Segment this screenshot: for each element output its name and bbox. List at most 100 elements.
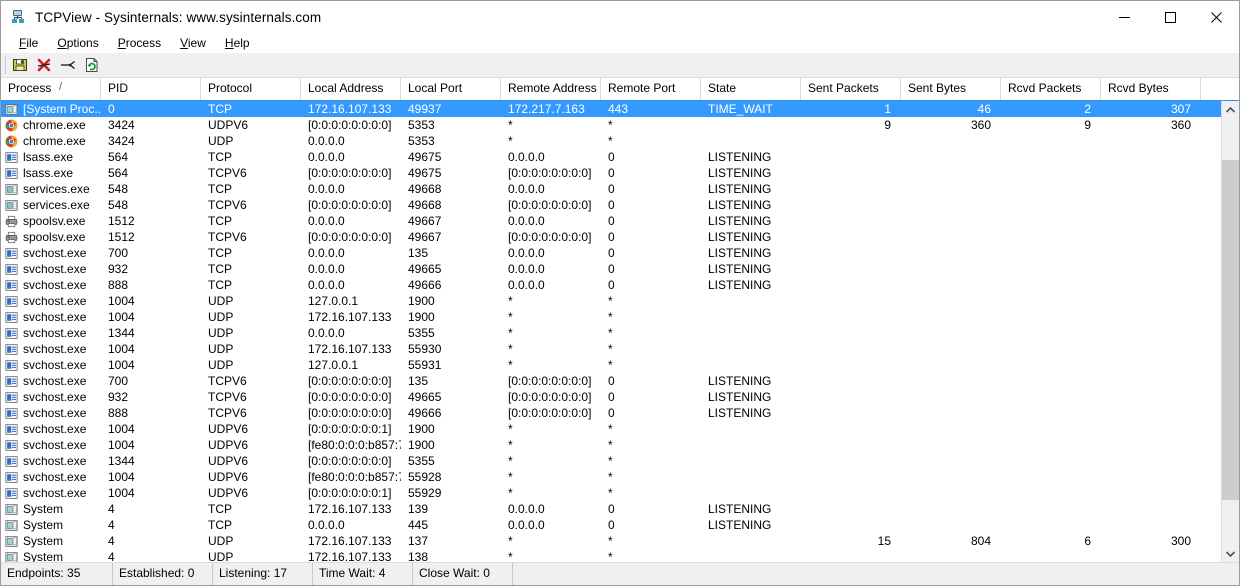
table-row[interactable]: svchost.exe700TCPV6[0:0:0:0:0:0:0:0]135[… xyxy=(1,373,1239,389)
menu-process[interactable]: Process xyxy=(109,35,170,51)
cell-pid: 1344 xyxy=(101,453,201,469)
cell-process: svchost.exe xyxy=(1,277,101,293)
table-row[interactable]: svchost.exe1004UDP127.0.0.11900** xyxy=(1,293,1239,309)
table-row[interactable]: services.exe548TCPV6[0:0:0:0:0:0:0:0]496… xyxy=(1,197,1239,213)
table-row[interactable]: svchost.exe932TCP0.0.0.0496650.0.0.00LIS… xyxy=(1,261,1239,277)
cell-protocol: UDPV6 xyxy=(201,453,301,469)
table-row[interactable]: svchost.exe1344UDPV6[0:0:0:0:0:0:0:0]535… xyxy=(1,453,1239,469)
table-row[interactable]: services.exe548TCP0.0.0.0496680.0.0.00LI… xyxy=(1,181,1239,197)
table-row[interactable]: svchost.exe1344UDP0.0.0.05355** xyxy=(1,325,1239,341)
cell-pid: 1004 xyxy=(101,293,201,309)
table-row[interactable]: svchost.exe888TCPV6[0:0:0:0:0:0:0:0]4966… xyxy=(1,405,1239,421)
service-blue-icon xyxy=(5,359,18,372)
table-row[interactable]: lsass.exe564TCPV6[0:0:0:0:0:0:0:0]49675[… xyxy=(1,165,1239,181)
minimize-button[interactable] xyxy=(1101,1,1147,33)
table-row[interactable]: spoolsv.exe1512TCP0.0.0.0496670.0.0.00LI… xyxy=(1,213,1239,229)
table-row[interactable]: svchost.exe1004UDP127.0.0.155931** xyxy=(1,357,1239,373)
cell-local_port: 49666 xyxy=(401,277,501,293)
close-button[interactable] xyxy=(1193,1,1239,33)
cell-remote_address: 0.0.0.0 xyxy=(501,261,601,277)
cell-remote_port: 0 xyxy=(601,517,701,533)
service-blue-icon xyxy=(5,423,18,436)
save-icon[interactable] xyxy=(9,55,31,75)
refresh-icon[interactable] xyxy=(81,55,103,75)
cell-local_address: 0.0.0.0 xyxy=(301,517,401,533)
table-row[interactable]: [System Proc...0TCP172.16.107.1334993717… xyxy=(1,101,1239,117)
menu-help[interactable]: Help xyxy=(216,35,259,51)
cell-state: TIME_WAIT xyxy=(701,101,801,117)
cell-protocol: UDP xyxy=(201,293,301,309)
menu-view[interactable]: View xyxy=(171,35,215,51)
table-row[interactable]: chrome.exe3424UDPV6[0:0:0:0:0:0:0:0]5353… xyxy=(1,117,1239,133)
cell-pid: 1004 xyxy=(101,309,201,325)
cell-protocol: TCP xyxy=(201,501,301,517)
cell-process: spoolsv.exe xyxy=(1,213,101,229)
services-icon xyxy=(5,183,18,196)
table-row[interactable]: svchost.exe1004UDP172.16.107.1331900** xyxy=(1,309,1239,325)
cell-pid: 932 xyxy=(101,389,201,405)
table-row[interactable]: chrome.exe3424UDP0.0.0.05353** xyxy=(1,133,1239,149)
column-header-label: Local Port xyxy=(408,81,462,95)
service-blue-icon xyxy=(5,439,18,452)
cell-local_address: 127.0.0.1 xyxy=(301,293,401,309)
column-header-remote_port[interactable]: Remote Port xyxy=(601,78,701,100)
table-row[interactable]: System4TCP172.16.107.1331390.0.0.00LISTE… xyxy=(1,501,1239,517)
column-header-remote_address[interactable]: Remote Address xyxy=(501,78,601,100)
cell-local_port: 137 xyxy=(401,533,501,549)
table-row[interactable]: svchost.exe932TCPV6[0:0:0:0:0:0:0:0]4966… xyxy=(1,389,1239,405)
cell-process: services.exe xyxy=(1,197,101,213)
table-row[interactable]: svchost.exe888TCP0.0.0.0496660.0.0.00LIS… xyxy=(1,277,1239,293)
menu-file[interactable]: File xyxy=(10,35,47,51)
cell-process: lsass.exe xyxy=(1,165,101,181)
table-row[interactable]: spoolsv.exe1512TCPV6[0:0:0:0:0:0:0:0]496… xyxy=(1,229,1239,245)
table-row[interactable]: svchost.exe1004UDP172.16.107.13355930** xyxy=(1,341,1239,357)
column-header-sent_bytes[interactable]: Sent Bytes xyxy=(901,78,1001,100)
scrollbar-track[interactable] xyxy=(1222,118,1239,545)
table-row[interactable]: System4UDP172.16.107.133138** xyxy=(1,549,1239,562)
column-header-local_address[interactable]: Local Address xyxy=(301,78,401,100)
cell-protocol: UDPV6 xyxy=(201,117,301,133)
cell-local_address: [fe80:0:0:0:b857:7... xyxy=(301,469,401,485)
cell-remote_address: 0.0.0.0 xyxy=(501,501,601,517)
cell-local_port: 49668 xyxy=(401,181,501,197)
cell-local_address: [fe80:0:0:0:b857:7... xyxy=(301,437,401,453)
table-row[interactable]: svchost.exe700TCP0.0.0.01350.0.0.00LISTE… xyxy=(1,245,1239,261)
column-header-state[interactable]: State xyxy=(701,78,801,100)
scroll-down-button[interactable] xyxy=(1222,545,1239,562)
vertical-scrollbar[interactable] xyxy=(1221,101,1239,562)
menu-options[interactable]: Options xyxy=(48,35,107,51)
table-row[interactable]: System4TCP0.0.0.04450.0.0.00LISTENING xyxy=(1,517,1239,533)
column-header-local_port[interactable]: Local Port xyxy=(401,78,501,100)
table-row[interactable]: svchost.exe1004UDPV6[fe80:0:0:0:b857:7..… xyxy=(1,437,1239,453)
maximize-button[interactable] xyxy=(1147,1,1193,33)
process-name: System xyxy=(23,501,63,517)
table-row[interactable]: svchost.exe1004UDPV6[0:0:0:0:0:0:0:1]559… xyxy=(1,485,1239,501)
service-blue-icon xyxy=(5,327,18,340)
cell-remote_port: 0 xyxy=(601,501,701,517)
column-header-process[interactable]: Process/ xyxy=(1,78,101,100)
column-header-pid[interactable]: PID xyxy=(101,78,201,100)
table-row[interactable]: System4UDP172.16.107.133137**158046300 xyxy=(1,533,1239,549)
close-connection-icon[interactable] xyxy=(33,55,55,75)
scrollbar-thumb[interactable] xyxy=(1222,160,1239,500)
table-row[interactable]: svchost.exe1004UDPV6[0:0:0:0:0:0:0:1]190… xyxy=(1,421,1239,437)
process-name: spoolsv.exe xyxy=(23,213,85,229)
status-cell-3: Time Wait: 4 xyxy=(313,563,413,585)
cell-local_address: 0.0.0.0 xyxy=(301,245,401,261)
cell-process: System xyxy=(1,517,101,533)
column-header-sent_packets[interactable]: Sent Packets xyxy=(801,78,901,100)
resolve-addresses-icon[interactable] xyxy=(57,55,79,75)
chrome-icon xyxy=(5,135,18,148)
cell-remote_address: 0.0.0.0 xyxy=(501,277,601,293)
column-header-rcvd_packets[interactable]: Rcvd Packets xyxy=(1001,78,1101,100)
process-name: [System Proc... xyxy=(23,101,101,117)
column-header-rcvd_bytes[interactable]: Rcvd Bytes xyxy=(1101,78,1201,100)
column-header-protocol[interactable]: Protocol xyxy=(201,78,301,100)
cell-remote_port: 0 xyxy=(601,213,701,229)
table-row[interactable]: lsass.exe564TCP0.0.0.0496750.0.0.00LISTE… xyxy=(1,149,1239,165)
column-header-label: State xyxy=(708,81,736,95)
scroll-up-button[interactable] xyxy=(1222,101,1239,118)
table-row[interactable]: svchost.exe1004UDPV6[fe80:0:0:0:b857:7..… xyxy=(1,469,1239,485)
service-blue-icon xyxy=(5,407,18,420)
cell-local_port: 49675 xyxy=(401,165,501,181)
